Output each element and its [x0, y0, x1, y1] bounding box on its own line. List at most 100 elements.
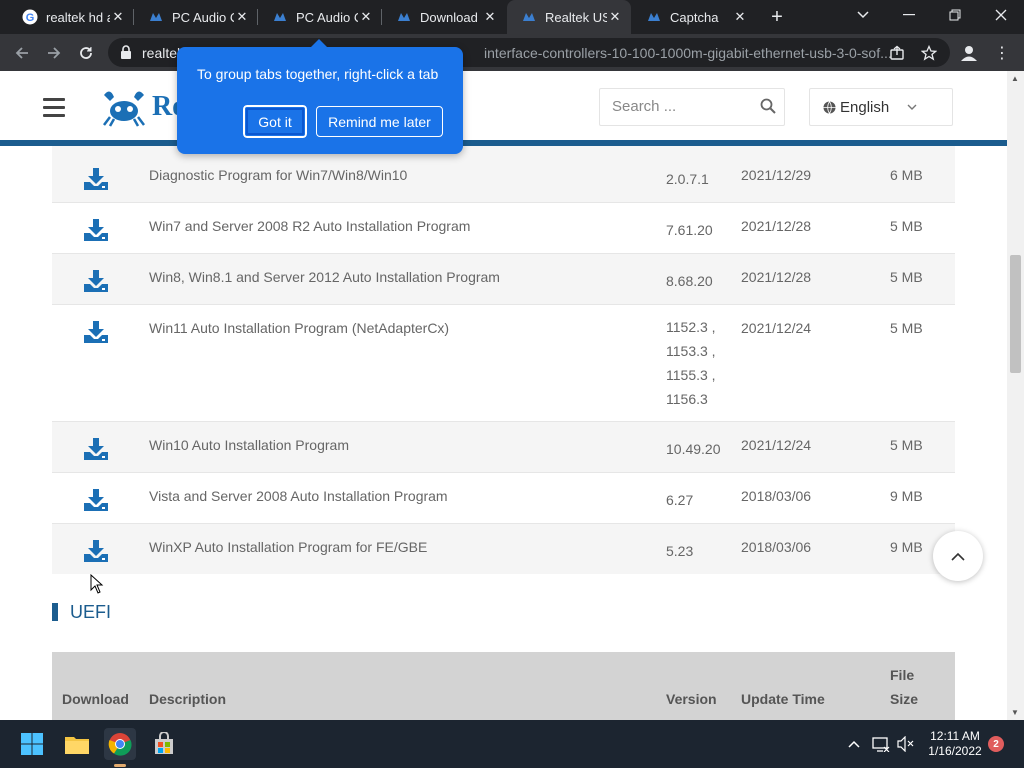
realtek-crab-icon: [272, 9, 288, 25]
download-icon[interactable]: [82, 539, 110, 563]
store-icon[interactable]: [148, 728, 180, 760]
tab-2[interactable]: PC Audio C ✕: [134, 0, 258, 34]
hamburger-menu-icon[interactable]: [43, 98, 65, 117]
back-to-top-button[interactable]: [933, 531, 983, 581]
language-label: English: [840, 98, 890, 116]
volume-muted-icon[interactable]: [896, 734, 916, 754]
search-icon[interactable]: [760, 98, 776, 119]
tab-title: Realtek USB: [545, 9, 607, 25]
download-icon[interactable]: [82, 218, 110, 242]
lock-icon[interactable]: [120, 45, 132, 64]
got-it-button[interactable]: Got it: [242, 104, 308, 139]
download-icon[interactable]: [82, 269, 110, 293]
tab-3[interactable]: PC Audio C ✕: [258, 0, 382, 34]
chrome-icon[interactable]: [104, 728, 136, 760]
scrollbar-thumb[interactable]: [1010, 255, 1021, 373]
row-description: Win10 Auto Installation Program: [149, 437, 349, 453]
chevron-down-icon: [857, 11, 869, 19]
close-icon[interactable]: ✕: [110, 9, 126, 25]
back-button[interactable]: [9, 40, 35, 66]
bookmark-star-icon[interactable]: [920, 44, 938, 62]
windows-taskbar: 12:11 AM 1/16/2022 2: [0, 720, 1024, 768]
svg-text:G: G: [26, 12, 35, 24]
chevron-up-icon: [951, 552, 965, 561]
tab-1[interactable]: G realtek hd a ✕: [8, 0, 134, 34]
site-search[interactable]: [599, 88, 785, 126]
download-icon[interactable]: [82, 437, 110, 461]
download-icon[interactable]: [82, 320, 110, 344]
close-icon: [995, 9, 1007, 21]
file-explorer-icon[interactable]: [61, 728, 93, 760]
downloads-table: Diagnostic Program for Win7/Win8/Win10 2…: [52, 146, 955, 574]
row-date: 2021/12/24: [741, 320, 812, 336]
more-menu-icon[interactable]: ⋮: [994, 42, 1010, 64]
download-icon[interactable]: [82, 167, 110, 191]
profile-avatar-icon[interactable]: [958, 42, 980, 64]
row-description: Win7 and Server 2008 R2 Auto Installatio…: [149, 218, 471, 234]
network-icon[interactable]: [871, 734, 891, 754]
chevron-down-icon: [907, 101, 917, 113]
tab-6[interactable]: Captcha ✕: [632, 0, 756, 34]
minimize-icon: [903, 14, 915, 16]
scroll-up-arrow-icon[interactable]: ▲: [1011, 74, 1019, 83]
row-date: 2018/03/06: [741, 539, 812, 555]
row-date: 2021/12/24: [741, 437, 812, 453]
tab-5-active[interactable]: Realtek USB ✕: [507, 0, 631, 34]
realtek-crab-icon: [148, 9, 164, 25]
row-version: 7.61.20: [666, 222, 713, 238]
tab-title: PC Audio C: [296, 9, 358, 25]
clock-date: 1/16/2022: [928, 744, 982, 758]
row-date: 2021/12/28: [741, 269, 812, 285]
close-icon[interactable]: ✕: [607, 9, 623, 25]
arrow-right-icon: [48, 47, 61, 59]
tab-title: PC Audio C: [172, 9, 234, 25]
row-version: 1152.3 , 1153.3 , 1155.3 , 1156.3: [666, 319, 716, 407]
scroll-down-arrow-icon[interactable]: ▼: [1011, 708, 1019, 717]
row-size: 5 MB: [890, 269, 923, 285]
reload-icon: [80, 47, 92, 59]
share-icon[interactable]: [888, 44, 906, 62]
close-icon[interactable]: ✕: [732, 9, 748, 25]
restore-button[interactable]: [932, 0, 978, 30]
col-update-time: Update Time: [741, 691, 825, 707]
row-description: Win8, Win8.1 and Server 2012 Auto Instal…: [149, 269, 500, 285]
row-description: Diagnostic Program for Win7/Win8/Win10: [149, 167, 408, 183]
row-description: WinXP Auto Installation Program for FE/G…: [149, 539, 428, 555]
notification-badge[interactable]: 2: [988, 736, 1004, 752]
realtek-logo[interactable]: Re: [100, 85, 185, 129]
close-icon[interactable]: ✕: [358, 9, 374, 25]
window-close-button[interactable]: [978, 0, 1024, 30]
tab-4[interactable]: Download ✕: [382, 0, 506, 34]
minimize-button[interactable]: [886, 0, 932, 30]
language-select[interactable]: English: [809, 88, 953, 126]
row-size: 9 MB: [890, 488, 923, 504]
col-file-size: File: [890, 667, 915, 683]
row-description: Vista and Server 2008 Auto Installation …: [149, 488, 448, 504]
taskbar-clock[interactable]: 12:11 AM 1/16/2022: [924, 729, 986, 759]
chevron-up-icon[interactable]: [844, 734, 864, 754]
windows-start-icon[interactable]: [16, 728, 48, 760]
realtek-crab-icon: [646, 9, 662, 25]
page-scrollbar[interactable]: ▲ ▼: [1007, 71, 1024, 720]
close-icon[interactable]: ✕: [482, 9, 498, 25]
realtek-crab-icon: [521, 9, 537, 25]
table-row: Vista and Server 2008 Auto Installation …: [52, 473, 955, 524]
search-input[interactable]: [612, 98, 752, 115]
col-description: Description: [149, 691, 227, 707]
tab-title: Captcha: [670, 9, 719, 25]
google-icon: G: [22, 9, 38, 25]
new-tab-button[interactable]: +: [765, 5, 789, 29]
download-icon[interactable]: [82, 488, 110, 512]
table-row: Win8, Win8.1 and Server 2012 Auto Instal…: [52, 254, 955, 305]
remind-later-button[interactable]: Remind me later: [316, 106, 443, 137]
forward-button[interactable]: [41, 40, 67, 66]
tab-title: Download: [420, 9, 478, 25]
restore-icon: [949, 9, 961, 21]
row-size: 9 MB: [890, 539, 923, 555]
col-download: Download: [62, 691, 129, 707]
close-icon[interactable]: ✕: [234, 9, 250, 25]
table-row: Win10 Auto Installation Program 10.49.20…: [52, 422, 955, 473]
col-file-size-2: Size: [890, 691, 919, 707]
reload-button[interactable]: [73, 40, 99, 66]
tab-search-button[interactable]: [840, 0, 886, 30]
